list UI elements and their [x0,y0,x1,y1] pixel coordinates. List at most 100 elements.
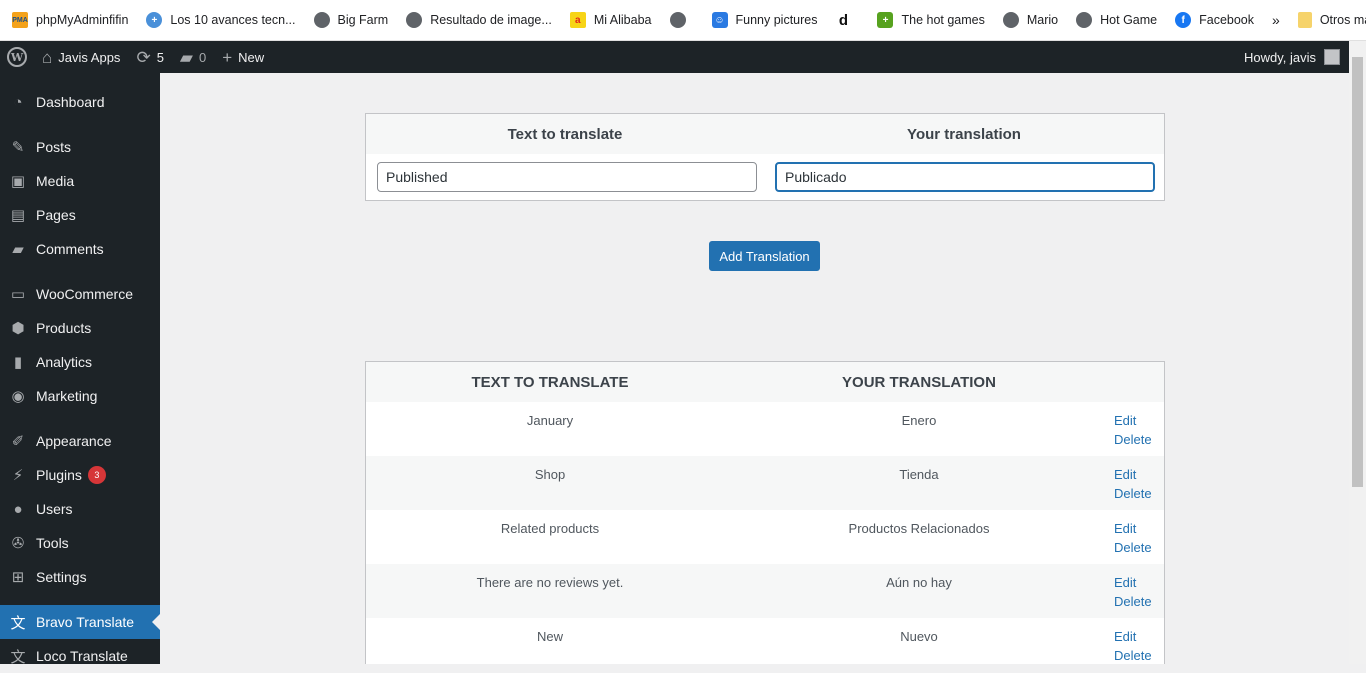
new-content-link[interactable]: + New [214,41,272,73]
your-translation-input[interactable] [775,162,1155,192]
globe-icon [1076,12,1093,28]
sidebar-item-users[interactable]: ● Users [0,492,160,526]
games-icon: + [877,12,894,28]
globe-icon [406,12,423,28]
bookmark-hot-games[interactable]: + The hot games [877,8,985,32]
row-translation: Nuevo [900,629,938,644]
sidebar-item-woocommerce[interactable]: ▭ WooCommerce [0,277,160,311]
add-translation-button[interactable]: Add Translation [709,241,820,271]
alibaba-icon: a [569,12,586,28]
sidebar-item-loco-translate[interactable]: 文 Loco Translate [0,639,160,673]
sidebar-item-comments[interactable]: ▰ Comments [0,232,160,266]
text-to-translate-column-header: TEXT TO TRANSLATE [471,374,629,391]
pma-icon: PMA [12,12,28,28]
comments-link[interactable]: ▰ 0 [172,41,214,73]
refresh-icon: ⟳ [136,47,151,67]
sidebar-item-tools[interactable]: ✇ Tools [0,526,160,560]
globe-icon [669,12,686,28]
row-text: There are no reviews yet. [476,575,624,590]
sidebar-item-appearance[interactable]: ✐ Appearance [0,424,160,458]
sidebar-item-bravo-translate[interactable]: 文 Bravo Translate [0,605,160,639]
sidebar-item-settings[interactable]: ⊞ Settings [0,560,160,594]
sidebar-item-media[interactable]: ▣ Media [0,164,160,198]
edit-link[interactable]: Edit [1114,629,1136,644]
bookmark-d[interactable]: d [835,8,859,32]
row-text: January [526,413,574,428]
sidebar-item-plugins[interactable]: ⚡ Plugins 3 [0,458,160,492]
bookmarks-bar: PMA phpMyAdminfifin + Los 10 avances tecn.… [0,0,1366,41]
sidebar-item-marketing[interactable]: ◉ Marketing [0,379,160,413]
users-icon: ● [13,500,23,518]
bookmark-phpmyadmin[interactable]: PMA phpMyAdminfifin [12,8,128,32]
scrollbar-thumb[interactable] [1352,57,1363,487]
avatar [1324,49,1340,65]
sidebar-item-products[interactable]: ⬢ Products [0,311,160,345]
delete-link[interactable]: Delete [1114,486,1152,501]
text-to-translate-heading: Text to translate [507,126,623,143]
site-name-link[interactable]: ⌂ Javis Apps [34,41,128,73]
analytics-icon: ▮ [13,354,23,371]
form-header: Text to translate Your translation [366,114,1164,154]
plugins-update-badge: 3 [87,466,106,484]
bookmark-resultado[interactable]: Resultado de image... [406,8,552,32]
funny-icon: ☺ [711,12,728,28]
wordpress-icon: W [7,47,27,67]
bookmark-alibaba[interactable]: a Mi Alibaba [569,8,652,32]
delete-link[interactable]: Delete [1114,594,1152,609]
home-icon: ⌂ [42,47,53,67]
edit-link[interactable]: Edit [1114,521,1136,536]
row-translation: Productos Relacionados [848,521,990,536]
translate-icon: 文 [10,614,26,632]
wordpress-logo-button[interactable]: W [0,41,34,73]
bookmark-avances[interactable]: + Los 10 avances tecn... [146,8,296,32]
table-row: New Nuevo Edit Delete [366,618,1164,664]
brush-icon: ✐ [11,433,25,450]
comment-bubble-icon: ▰ [179,47,193,67]
sidebar-item-posts[interactable]: ✎ Posts [0,130,160,164]
facebook-icon: f [1175,12,1192,28]
add-translation-form: Text to translate Your translation [365,113,1165,201]
your-translation-column-header: YOUR TRANSLATION [842,374,996,391]
row-text: New [536,629,563,644]
woo-icon: ▭ [10,286,26,303]
edit-link[interactable]: Edit [1114,413,1136,428]
your-translation-heading: Your translation [907,126,1021,143]
folder-icon [1297,12,1312,28]
bookmark-mario[interactable]: Mario [1002,8,1058,32]
sidebar-item-analytics[interactable]: ▮ Analytics [0,345,160,379]
my-account[interactable]: Howdy, javis [1244,49,1366,65]
settings-icon: ⊞ [11,569,25,586]
table-header: TEXT TO TRANSLATE YOUR TRANSLATION [366,362,1164,402]
bookmark-hot-game[interactable]: Hot Game [1076,8,1157,32]
dashboard-icon: ◔ [13,93,23,111]
row-translation: Aún no hay [886,575,952,590]
edit-link[interactable]: Edit [1114,467,1136,482]
bookmark-facebook[interactable]: f Facebook [1175,8,1254,32]
site-icon: + [146,12,163,28]
text-to-translate-input[interactable] [377,162,757,192]
products-icon: ⬢ [11,320,25,337]
updates-link[interactable]: ⟳ 5 [128,41,171,73]
bookmarks-overflow-button[interactable]: » [1272,12,1280,28]
pin-icon: ✎ [11,139,25,156]
pages-icon: ▤ [10,207,26,224]
table-row: Related products Productos Relacionados … [366,510,1164,564]
bookmark-globe[interactable] [669,8,694,32]
row-text: Related products [500,521,600,536]
wrench-icon: ✇ [11,535,25,552]
delete-link[interactable]: Delete [1114,432,1152,447]
row-translation: Tienda [899,467,939,482]
page-scrollbar[interactable] [1349,41,1366,664]
bookmark-big-farm[interactable]: Big Farm [313,8,388,32]
delete-link[interactable]: Delete [1114,648,1152,663]
plug-icon: ⚡ [12,467,24,484]
edit-link[interactable]: Edit [1114,575,1136,590]
translations-table: TEXT TO TRANSLATE YOUR TRANSLATION Janua… [365,361,1165,664]
sidebar-item-dashboard[interactable]: ◔ Dashboard [0,85,160,119]
bookmark-funny-pictures[interactable]: ☺ Funny pictures [711,8,817,32]
delete-link[interactable]: Delete [1114,540,1152,555]
other-bookmarks-folder[interactable]: Otros marcadores [1297,8,1366,32]
globe-icon [313,12,330,28]
sidebar-item-pages[interactable]: ▤ Pages [0,198,160,232]
marketing-icon: ◉ [11,388,25,405]
